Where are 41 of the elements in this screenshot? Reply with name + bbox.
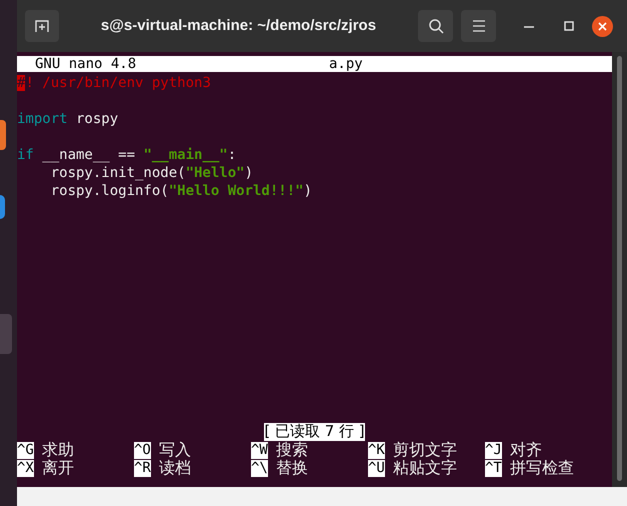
shortcut-key: ^X: [17, 460, 34, 476]
code-line: if __name__ == "__main__":: [17, 147, 236, 163]
shortcut-label: 替换: [276, 459, 308, 477]
shortcut-label: 读档: [158, 459, 191, 477]
shortcut-label: 搜索: [276, 441, 308, 459]
shortcut-label: 求助: [42, 441, 74, 459]
nano-version: GNU nano 4.8: [35, 56, 138, 72]
shortcut-label: 剪切文字: [392, 441, 457, 459]
search-icon: [428, 18, 444, 34]
shortcut-key: ^\: [251, 460, 268, 476]
shortcut-label: 写入: [158, 441, 191, 459]
shortcut-key: ^O: [134, 442, 151, 458]
shortcut-key: ^J: [485, 442, 502, 458]
app-icon[interactable]: [0, 195, 5, 219]
shortcut-key: ^U: [368, 460, 385, 476]
window-title: s@s-virtual-machine: ~/demo/src/zjros: [100, 16, 378, 36]
shortcut-key: ^G: [17, 442, 34, 458]
menu-icon: [472, 20, 486, 32]
shortcut-key: ^R: [134, 460, 151, 476]
menu-button[interactable]: [461, 10, 496, 42]
code-line: rospy.init_node("Hello"): [50, 165, 254, 181]
close-icon: [598, 22, 607, 30]
code-line: #! /usr/bin/env python3: [17, 75, 211, 91]
file-name: a.py: [329, 56, 363, 72]
new-tab-button[interactable]: [25, 10, 59, 42]
shortcut-label: 离开: [42, 459, 74, 477]
search-button[interactable]: [418, 10, 453, 42]
close-button[interactable]: [592, 16, 613, 36]
new-tab-icon: [34, 18, 50, 34]
status-message: [ 已读取 7 行 ]: [264, 423, 365, 441]
shortcut-label: 粘贴文字: [392, 459, 457, 477]
minimize-icon: [524, 24, 534, 28]
code-line: rospy.loginfo("Hello World!!!"): [50, 183, 312, 199]
code-line: import rospy: [17, 111, 118, 127]
maximize-icon: [564, 21, 574, 31]
shortcut-label: 对齐: [510, 441, 542, 459]
shortcut-label: 拼写检查: [510, 459, 574, 477]
app-icon[interactable]: [0, 120, 6, 150]
shortcut-key: ^W: [251, 442, 268, 458]
shortcut-key: ^K: [368, 442, 385, 458]
shortcut-key: ^T: [485, 460, 502, 476]
